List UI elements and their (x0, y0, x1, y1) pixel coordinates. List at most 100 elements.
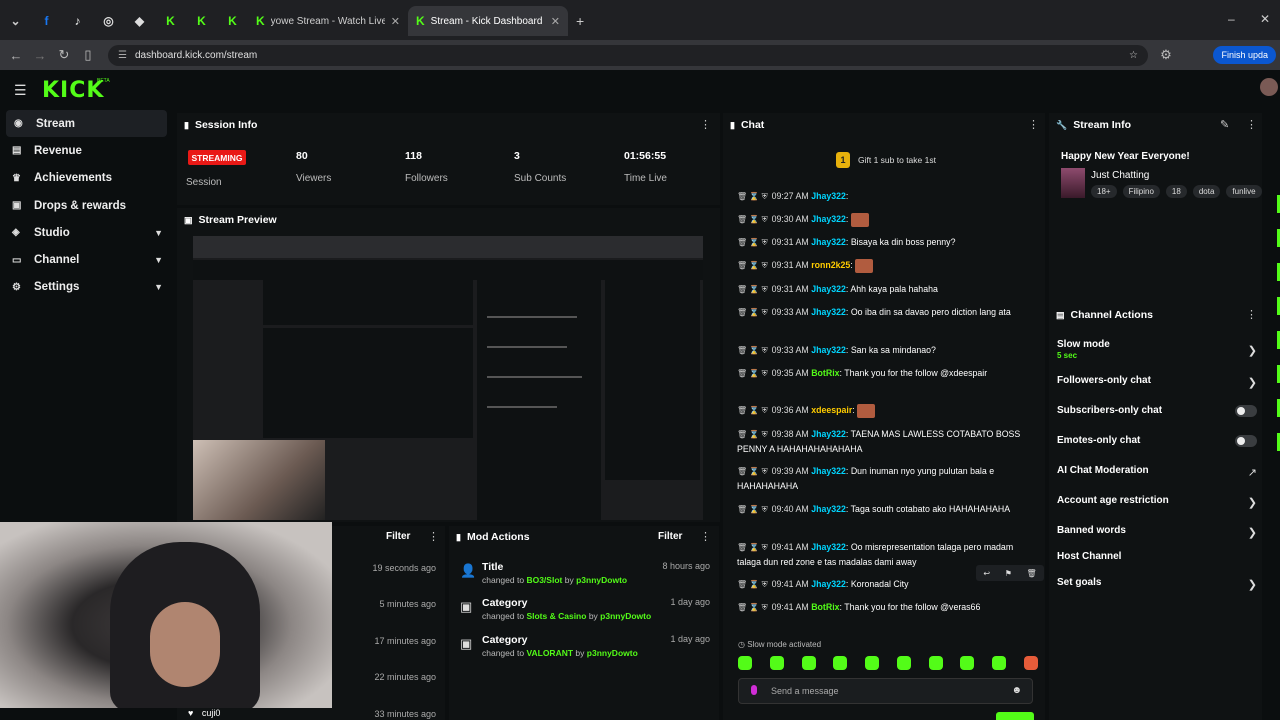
send-button[interactable] (996, 712, 1034, 720)
sidebar-item-settings[interactable]: ⚙ Settings ▼ (0, 274, 175, 301)
chat-message[interactable]: 🗑 ⌛ ⛨ 09:30 AM Jhay322: (737, 212, 1037, 227)
mod-tools-icon[interactable]: 🗑 ⌛ ⛨ (737, 580, 768, 589)
tiktok-tab-icon[interactable]: ♪ (62, 6, 93, 36)
side-panel-icon[interactable]: ▯ (76, 47, 100, 63)
emote-button[interactable] (833, 656, 848, 670)
app-tab-icon[interactable]: ◎ (93, 6, 124, 36)
more-options-icon[interactable]: ⋮ (428, 530, 439, 543)
emote-button[interactable] (960, 656, 975, 670)
chat-input[interactable]: Send a message ☻ (738, 678, 1033, 704)
message-username[interactable]: BotRix (811, 602, 839, 612)
message-username[interactable]: xdeespair (811, 405, 852, 415)
new-tab-button[interactable]: + (568, 6, 592, 36)
message-username[interactable]: Jhay322 (811, 429, 846, 439)
chat-message[interactable]: 🗑 ⌛ ⛨ 09:33 AM Jhay322: Oo iba din sa dav… (737, 305, 1037, 320)
chat-message[interactable]: 🗑 ⌛ ⛨ 09:38 AM Jhay322: TAENA MAS LAWLESS… (737, 427, 1037, 456)
message-username[interactable]: BotRix (811, 368, 839, 378)
message-username[interactable]: Jhay322 (811, 345, 846, 355)
message-username[interactable]: Jhay322 (811, 191, 846, 201)
emote-button[interactable] (738, 656, 752, 670)
delete-icon[interactable]: 🗑 (1027, 569, 1037, 578)
followers-only-action[interactable]: Followers-only chat ❯ (1057, 375, 1257, 389)
sidebar-item-stream[interactable]: ◉ Stream (6, 110, 167, 138)
url-field[interactable]: ☰ dashboard.kick.com/stream ☆ (108, 44, 1148, 66)
set-goals-action[interactable]: Set goals ❯ (1057, 577, 1257, 591)
more-options-icon[interactable]: ⋮ (700, 118, 711, 131)
forward-icon[interactable]: → (28, 48, 52, 63)
mod-tools-icon[interactable]: 🗑 ⌛ ⛨ (737, 430, 768, 439)
mod-tools-icon[interactable]: 🗑 ⌛ ⛨ (737, 192, 768, 201)
chat-message[interactable]: 🗑 ⌛ ⛨ 09:36 AM xdeespair: (737, 403, 1037, 418)
reply-icon[interactable]: ↩ (983, 569, 990, 578)
emotes-only-toggle[interactable] (1235, 435, 1257, 447)
mic-icon[interactable] (751, 685, 757, 695)
tab-kick-dashboard[interactable]: K Stream - Kick Dashboard ✕ (408, 6, 568, 36)
emote-button[interactable] (896, 656, 911, 670)
minimize-icon[interactable]: – (1228, 12, 1235, 26)
mod-tools-icon[interactable]: 🗑 ⌛ ⛨ (737, 603, 768, 612)
emote-button[interactable] (992, 656, 1007, 670)
close-tab-icon[interactable]: ✕ (391, 15, 400, 28)
gift-sub-banner[interactable]: 1 Gift 1 sub to take 1st (836, 152, 936, 168)
close-window-icon[interactable]: ✕ (1260, 12, 1270, 26)
emote-button[interactable] (928, 656, 943, 670)
mod-tools-icon[interactable]: 🗑 ⌛ ⛨ (737, 543, 768, 552)
chat-message[interactable]: 🗑 ⌛ ⛨ 09:31 AM Jhay322: Ahh kaya pala hah… (737, 282, 1037, 297)
close-tab-icon[interactable]: ✕ (551, 15, 560, 28)
message-username[interactable]: ronn2k25 (811, 260, 850, 270)
finish-update-button[interactable]: Finish upda (1213, 46, 1276, 64)
emote-button[interactable] (865, 656, 880, 670)
kick-tab-icon[interactable]: K (217, 6, 248, 36)
emote-button[interactable] (1023, 656, 1038, 670)
slow-mode-action[interactable]: Slow mode 5 sec ❯ (1057, 339, 1257, 360)
host-channel-action[interactable]: Host Channel (1057, 551, 1257, 562)
chat-message[interactable]: 🗑 ⌛ ⛨ 09:27 AM Jhay322: (737, 189, 1037, 204)
message-username[interactable]: Jhay322 (811, 237, 846, 247)
edit-icon[interactable]: ✎ (1220, 118, 1229, 131)
chat-message[interactable]: 🗑 ⌛ ⛨ 09:31 AM Jhay322: Bisaya ka din bos… (737, 235, 1037, 250)
sidebar-item-revenue[interactable]: ▤ Revenue (0, 137, 175, 164)
more-options-icon[interactable]: ⋮ (700, 530, 711, 543)
mod-filter-button[interactable]: Filter (658, 531, 682, 542)
mod-tools-icon[interactable]: 🗑 ⌛ ⛨ (737, 215, 768, 224)
extensions-icon[interactable]: ⚙ (1154, 47, 1178, 63)
site-info-icon[interactable]: ☰ (118, 50, 127, 61)
bookmark-star-icon[interactable]: ☆ (1129, 50, 1138, 61)
mod-tools-icon[interactable]: 🗑 ⌛ ⛨ (737, 467, 768, 476)
kick-logo[interactable]: KICK (42, 78, 104, 103)
tab-kick-watch[interactable]: K yowe Stream - Watch Live on K ✕ (248, 6, 408, 36)
mod-tools-icon[interactable]: 🗑 ⌛ ⛨ (737, 346, 768, 355)
ai-moderation-action[interactable]: AI Chat Moderation ↗ (1057, 465, 1257, 479)
diamond-tab-icon[interactable]: ◆ (124, 6, 155, 36)
message-username[interactable]: Jhay322 (811, 466, 846, 476)
mod-tools-icon[interactable]: 🗑 ⌛ ⛨ (737, 369, 768, 378)
sidebar-item-achievements[interactable]: ♛ Achievements (0, 165, 175, 192)
mod-tools-icon[interactable]: 🗑 ⌛ ⛨ (737, 505, 768, 514)
message-username[interactable]: Jhay322 (811, 307, 846, 317)
account-age-action[interactable]: Account age restriction ❯ (1057, 495, 1257, 509)
message-username[interactable]: Jhay322 (811, 579, 846, 589)
subscribers-only-toggle[interactable] (1235, 405, 1257, 417)
mod-tools-icon[interactable]: 🗑 ⌛ ⛨ (737, 308, 768, 317)
chat-message[interactable]: 🗑 ⌛ ⛨ 09:40 AM Jhay322: Taga south cotaba… (737, 502, 1037, 517)
banned-words-action[interactable]: Banned words ❯ (1057, 525, 1257, 539)
sidebar-item-studio[interactable]: ◈ Studio ▼ (0, 219, 175, 246)
mod-tools-icon[interactable]: 🗑 ⌛ ⛨ (737, 238, 768, 247)
stream-preview-video[interactable] (193, 236, 703, 520)
back-icon[interactable]: ← (4, 48, 28, 63)
sidebar-item-channel[interactable]: ▭ Channel ▼ (0, 246, 175, 273)
chat-message[interactable]: 🗑 ⌛ ⛨ 09:31 AM ronn2k25: (737, 258, 1037, 273)
reload-icon[interactable]: ↻ (52, 47, 76, 63)
chat-message[interactable]: 🗑 ⌛ ⛨ 09:39 AM Jhay322: Dun inuman nyo yu… (737, 464, 1037, 493)
message-username[interactable]: Jhay322 (811, 284, 846, 294)
message-username[interactable]: Jhay322 (811, 214, 846, 224)
avatar[interactable] (1260, 78, 1278, 96)
kick-tab-icon[interactable]: K (155, 6, 186, 36)
more-options-icon[interactable]: ⋮ (1028, 118, 1039, 131)
chat-message[interactable]: 🗑 ⌛ ⛨ 09:35 AM BotRix: Thank you for the … (737, 366, 1037, 381)
emote-button[interactable] (801, 656, 816, 670)
mod-tools-icon[interactable]: 🗑 ⌛ ⛨ (737, 285, 768, 294)
mod-tools-icon[interactable]: 🗑 ⌛ ⛨ (737, 406, 768, 415)
emoji-icon[interactable]: ☻ (1011, 685, 1022, 696)
message-username[interactable]: Jhay322 (811, 542, 846, 552)
